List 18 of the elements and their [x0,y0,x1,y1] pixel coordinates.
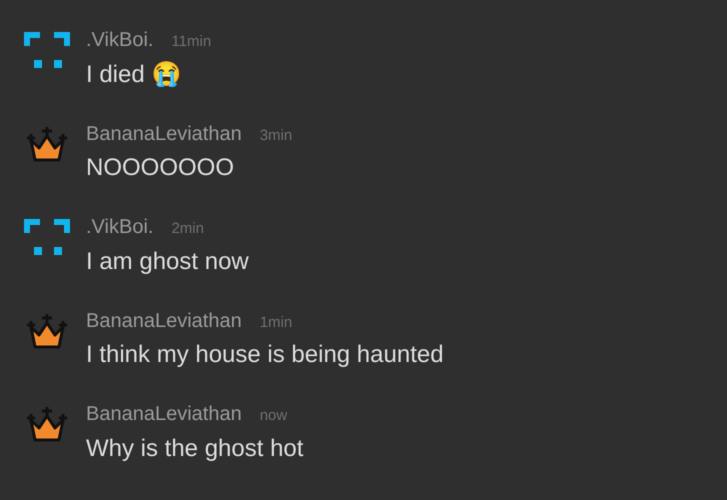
author-name: BananaLeviathan [86,308,242,332]
message-text: I think my house is being haunted [86,340,444,370]
crown-avatar-icon [27,406,67,442]
author-name: BananaLeviathan [86,122,242,146]
author-name: BananaLeviathan [86,402,242,426]
message-text: NOOOOOOO [86,153,236,183]
timestamp: now [260,406,288,426]
timestamp: 2min [171,219,204,239]
crown-avatar-icon [27,126,67,162]
timestamp: 1min [260,312,292,332]
timestamp: 11min [171,32,212,52]
timestamp: 3min [260,126,292,146]
message-text: I am ghost now [86,246,249,276]
message-text: Why is the ghost hot [86,434,304,464]
crown-avatar-icon [27,312,67,348]
author-name: .VikBoi. [86,28,154,52]
author-name: .VikBoi. [86,215,154,239]
message-text: I died 😭 [86,60,182,90]
